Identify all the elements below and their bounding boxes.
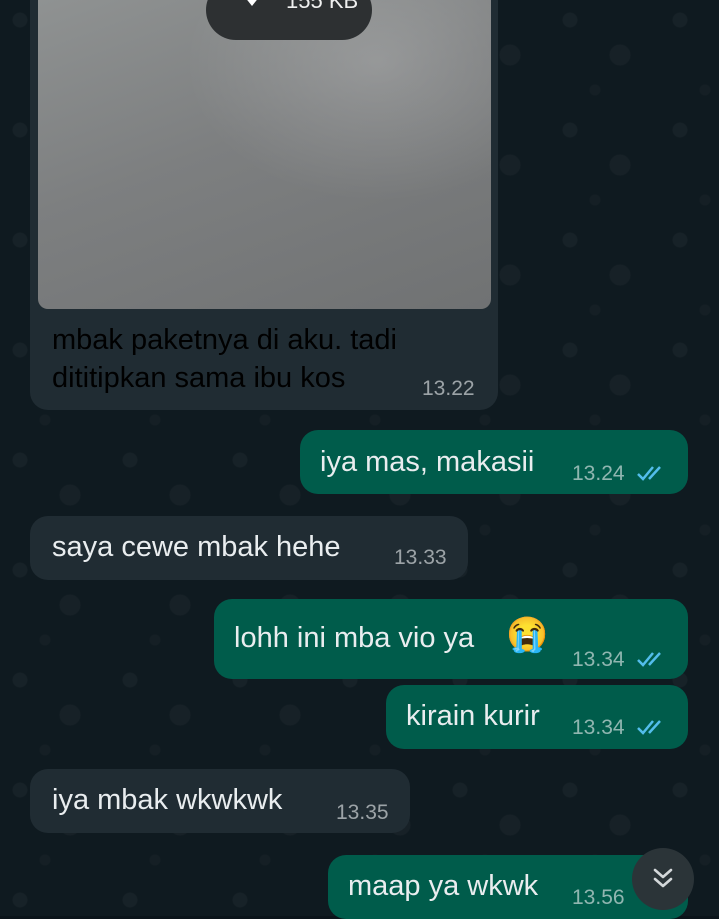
message-text: iya mas, makasii (320, 446, 535, 478)
download-icon (247, 0, 257, 6)
incoming-message[interactable]: iya mbak wkwkwk 13.35 (30, 769, 410, 833)
double-check-icon (637, 466, 661, 481)
message-time: 13.33 (394, 546, 447, 569)
outgoing-message[interactable]: iya mas, makasii 13.24 (300, 430, 688, 494)
download-button[interactable]: 155 KB (206, 0, 372, 40)
message-time: 13.34 (572, 648, 625, 671)
message-time: 13.35 (336, 801, 389, 824)
image-thumbnail[interactable]: 155 KB (38, 0, 491, 309)
media-caption-line-1: mbak paketnya di aku. tadi (52, 324, 397, 356)
message-text: saya cewe mbak hehe (52, 531, 341, 563)
double-check-icon (637, 720, 661, 735)
media-caption-line-2: dititipkan sama ibu kos (52, 362, 346, 394)
message-time: 13.24 (572, 462, 625, 485)
scroll-to-bottom-button[interactable] (632, 848, 694, 910)
incoming-message[interactable]: saya cewe mbak hehe 13.33 (30, 516, 468, 580)
message-time: 13.56 (572, 886, 625, 909)
message-time: 13.22 (422, 377, 475, 400)
message-text: iya mbak wkwkwk (52, 784, 283, 816)
message-text: lohh ini mba vio ya (234, 622, 475, 654)
message-text: maap ya wkwk (348, 870, 539, 902)
loudly-crying-emoji: 😭 (506, 616, 549, 654)
double-check-icon (637, 652, 661, 667)
message-time: 13.34 (572, 716, 625, 739)
outgoing-message[interactable]: lohh ini mba vio ya 😭 13.34 (214, 599, 688, 679)
message-text: kirain kurir (406, 700, 540, 732)
download-size: 155 KB (286, 0, 359, 13)
outgoing-message[interactable]: kirain kurir 13.34 (386, 685, 688, 749)
double-chevron-down-icon (653, 868, 673, 888)
